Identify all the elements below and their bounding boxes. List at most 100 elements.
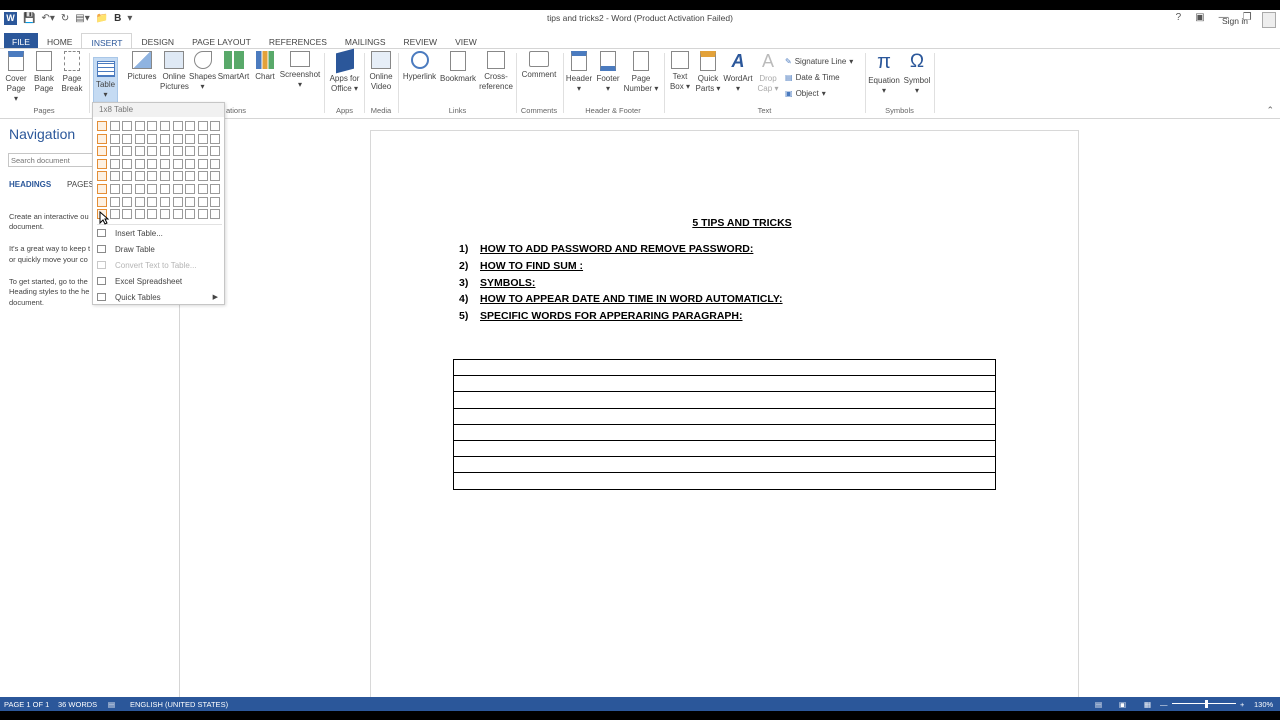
header-button[interactable]: Header ▾	[565, 51, 593, 94]
page-break-button[interactable]: Page Break	[60, 51, 84, 94]
ribbon-display-options-icon[interactable]: ▣	[1195, 12, 1204, 23]
table-grid-cell[interactable]	[122, 209, 133, 220]
table-grid-cell[interactable]	[109, 146, 120, 157]
table-grid-cell[interactable]	[147, 121, 158, 131]
table-grid-cell[interactable]	[172, 158, 183, 169]
web-layout-icon[interactable]: ▦	[1144, 700, 1151, 709]
quick-parts-button[interactable]: Quick Parts ▾	[694, 51, 722, 94]
table-grid-cell[interactable]	[197, 121, 208, 131]
table-grid-cell[interactable]	[147, 184, 158, 194]
zoom-level[interactable]: 130%	[1254, 700, 1273, 709]
document-page[interactable]: 5 TIPS AND TRICKS 1) HOW TO ADD PASSWORD …	[370, 130, 1079, 710]
table-grid-cell[interactable]	[122, 158, 133, 169]
table-grid-cell[interactable]	[185, 146, 196, 157]
table-grid-cell[interactable]	[109, 171, 120, 182]
table-grid-cell[interactable]	[172, 146, 183, 157]
table-row[interactable]	[453, 472, 996, 490]
table-grid-cell[interactable]	[134, 121, 145, 131]
page-number-button[interactable]: Page Number ▾	[622, 51, 660, 94]
table-grid-cell[interactable]	[109, 209, 120, 220]
table-grid-cell[interactable]	[172, 196, 183, 207]
table-grid-cell[interactable]	[210, 133, 221, 144]
table-grid-cell[interactable]	[197, 171, 208, 182]
table-grid-cell[interactable]	[97, 133, 107, 144]
table-cell[interactable]	[453, 472, 996, 490]
hyperlink-button[interactable]: Hyperlink	[401, 51, 438, 82]
comment-button[interactable]: Comment	[519, 51, 559, 80]
table-grid-cell[interactable]	[160, 121, 170, 131]
table-grid-cell[interactable]	[185, 121, 196, 131]
zoom-out-button[interactable]: —	[1160, 700, 1168, 709]
table-row[interactable]	[453, 456, 996, 474]
smartart-button[interactable]: SmartArt	[217, 51, 250, 82]
blank-page-button[interactable]: Blank Page	[32, 51, 56, 94]
signature-line-button[interactable]: ✎ Signature Line ▾	[785, 57, 853, 66]
table-grid-cell[interactable]	[122, 196, 133, 207]
tab-pages[interactable]: PAGES	[67, 180, 94, 189]
table-cell[interactable]	[453, 358, 996, 377]
table-grid-cell[interactable]	[210, 158, 221, 169]
cross-reference-button[interactable]: Cross- reference	[478, 51, 514, 92]
table-grid-cell[interactable]	[147, 171, 158, 182]
table-grid-cell[interactable]	[197, 158, 208, 169]
online-video-button[interactable]: Online Video	[367, 51, 395, 92]
table-grid-cell[interactable]	[134, 171, 145, 182]
table-grid-cell[interactable]	[160, 209, 170, 220]
table-row[interactable]	[453, 423, 996, 441]
table-cell[interactable]	[453, 423, 996, 441]
table-grid-cell[interactable]	[172, 133, 183, 144]
zoom-slider-thumb[interactable]	[1205, 700, 1208, 708]
table-grid-cell[interactable]	[147, 196, 158, 207]
table-grid-cell[interactable]	[210, 209, 221, 220]
table-grid-cell[interactable]	[185, 196, 196, 207]
chart-button[interactable]: Chart	[253, 51, 277, 82]
table-grid-cell[interactable]	[134, 146, 145, 157]
table-grid-cell[interactable]	[160, 184, 170, 194]
table-row[interactable]	[453, 407, 996, 425]
word-count[interactable]: 36 WORDS	[58, 700, 97, 709]
excel-spreadsheet-menu-item[interactable]: Excel Spreadsheet	[93, 273, 224, 289]
screenshot-button[interactable]: Screenshot ▾	[279, 51, 321, 90]
pictures-button[interactable]: Pictures	[126, 51, 158, 82]
equation-button[interactable]: π Equation ▾	[867, 51, 901, 96]
table-grid-cell[interactable]	[160, 171, 170, 182]
table-grid-cell[interactable]	[109, 121, 120, 131]
collapse-ribbon-icon[interactable]: ⌃	[1266, 105, 1274, 116]
table-grid-cell[interactable]	[122, 171, 133, 182]
online-pictures-button[interactable]: Online Pictures	[160, 51, 189, 92]
table-grid-cell[interactable]	[185, 171, 196, 182]
user-avatar[interactable]	[1262, 12, 1276, 28]
table-grid-cell[interactable]	[160, 196, 170, 207]
table-grid-cell[interactable]	[185, 158, 196, 169]
help-button[interactable]: ?	[1176, 12, 1182, 23]
table-grid-cell[interactable]	[109, 196, 120, 207]
quick-tables-menu-item[interactable]: Quick Tables ▶	[93, 289, 224, 305]
zoom-slider-track[interactable]	[1172, 703, 1236, 704]
table-grid-cell[interactable]	[97, 184, 107, 194]
proofing-icon[interactable]: ▤	[108, 700, 115, 709]
table-grid-cell[interactable]	[147, 133, 158, 144]
table-row[interactable]	[453, 391, 996, 409]
symbol-button[interactable]: Ω Symbol ▾	[902, 51, 932, 96]
table-grid-cell[interactable]	[197, 133, 208, 144]
shapes-button[interactable]: Shapes ▾	[189, 51, 216, 92]
table-grid-cell[interactable]	[210, 121, 221, 131]
table-grid-cell[interactable]	[197, 209, 208, 220]
table-grid-picker[interactable]	[97, 121, 223, 221]
table-grid-cell[interactable]	[109, 184, 120, 194]
cover-page-button[interactable]: Cover Page ▾	[4, 51, 28, 104]
page-count[interactable]: PAGE 1 OF 1	[4, 700, 49, 709]
table-grid-cell[interactable]	[147, 209, 158, 220]
table-grid-cell[interactable]	[160, 146, 170, 157]
language-indicator[interactable]: ENGLISH (UNITED STATES)	[130, 700, 228, 709]
table-grid-cell[interactable]	[134, 209, 145, 220]
table-grid-cell[interactable]	[134, 196, 145, 207]
zoom-in-button[interactable]: +	[1240, 700, 1244, 709]
insert-table-menu-item[interactable]: Insert Table...	[93, 225, 224, 241]
table-grid-cell[interactable]	[210, 184, 221, 194]
table-cell[interactable]	[453, 439, 996, 458]
table-cell[interactable]	[453, 391, 996, 409]
table-cell[interactable]	[453, 407, 996, 425]
bookmark-button[interactable]: Bookmark	[439, 51, 477, 84]
table-grid-cell[interactable]	[197, 184, 208, 194]
